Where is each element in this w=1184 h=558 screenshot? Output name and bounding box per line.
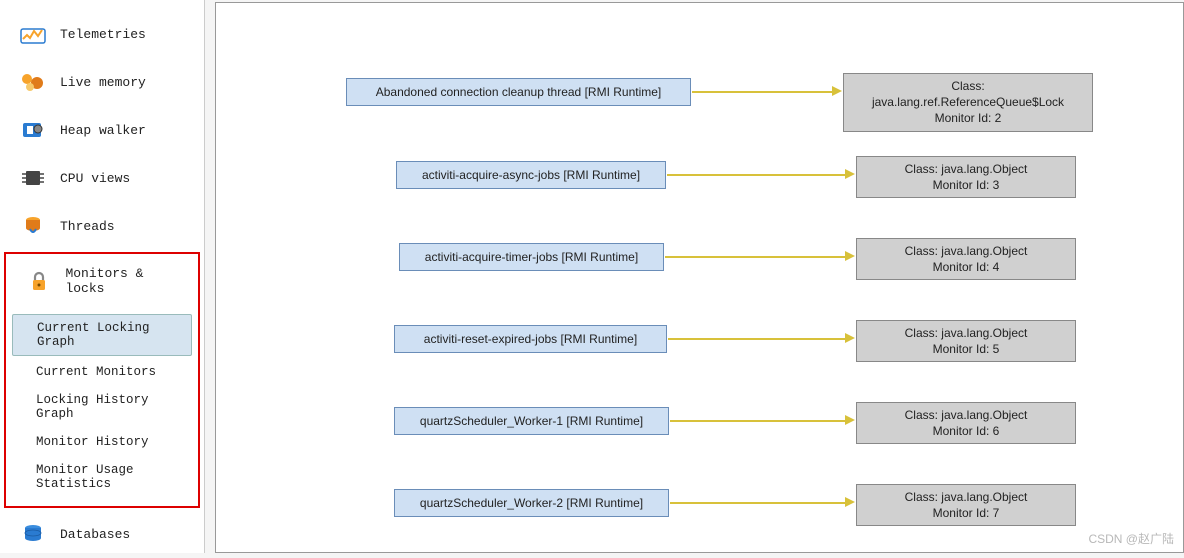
- class-node[interactable]: Class: java.lang.Object Monitor Id: 6: [856, 402, 1076, 444]
- heapwalker-icon: [18, 118, 48, 142]
- sidebar-item-label: Threads: [60, 219, 115, 234]
- sidebar-item-databases[interactable]: Databases: [0, 510, 204, 558]
- sidebar-item-monitors-locks[interactable]: Monitors & locks: [6, 254, 198, 308]
- monitor-id-label: Monitor Id: 5: [867, 341, 1065, 357]
- class-label: Class: java.lang.Object: [867, 243, 1065, 259]
- monitor-id-label: Monitor Id: 3: [867, 177, 1065, 193]
- threads-icon: [18, 214, 48, 238]
- sidebar-item-telemetries[interactable]: Telemetries: [0, 10, 204, 58]
- watermark: CSDN @赵广陆: [1088, 530, 1174, 547]
- thread-node[interactable]: Abandoned connection cleanup thread [RMI…: [346, 78, 691, 106]
- subitem-monitor-usage-stats[interactable]: Monitor Usage Statistics: [6, 456, 198, 498]
- monitors-locks-group: Monitors & locks Current Locking Graph C…: [4, 252, 200, 508]
- arrow: [667, 174, 845, 176]
- arrow-head-icon: [845, 169, 855, 179]
- class-node[interactable]: Class: java.lang.Object Monitor Id: 3: [856, 156, 1076, 198]
- monitor-id-label: Monitor Id: 6: [867, 423, 1065, 439]
- class-node[interactable]: Class: java.lang.Object Monitor Id: 4: [856, 238, 1076, 280]
- arrow: [670, 420, 845, 422]
- class-node[interactable]: Class: java.lang.Object Monitor Id: 7: [856, 484, 1076, 526]
- subitem-current-monitors[interactable]: Current Monitors: [6, 358, 198, 386]
- class-label: Class: java.lang.ref.ReferenceQueue$Lock: [854, 78, 1082, 110]
- class-node[interactable]: Class: java.lang.ref.ReferenceQueue$Lock…: [843, 73, 1093, 132]
- databases-icon: [18, 522, 48, 546]
- class-label: Class: java.lang.Object: [867, 161, 1065, 177]
- monitors-sublist: Current Locking Graph Current Monitors L…: [6, 308, 198, 506]
- telemetries-icon: [18, 22, 48, 46]
- sidebar-item-label: Heap walker: [60, 123, 146, 138]
- subitem-locking-history-graph[interactable]: Locking History Graph: [6, 386, 198, 428]
- thread-node[interactable]: quartzScheduler_Worker-2 [RMI Runtime]: [394, 489, 669, 517]
- sidebar-item-livememory[interactable]: Live memory: [0, 58, 204, 106]
- monitor-id-label: Monitor Id: 7: [867, 505, 1065, 521]
- subitem-current-locking-graph[interactable]: Current Locking Graph: [12, 314, 192, 356]
- class-label: Class: java.lang.Object: [867, 489, 1065, 505]
- cpuviews-icon: [18, 166, 48, 190]
- class-node[interactable]: Class: java.lang.Object Monitor Id: 5: [856, 320, 1076, 362]
- thread-node[interactable]: activiti-acquire-timer-jobs [RMI Runtime…: [399, 243, 664, 271]
- sidebar-item-label: CPU views: [60, 171, 130, 186]
- thread-node[interactable]: activiti-acquire-async-jobs [RMI Runtime…: [396, 161, 666, 189]
- sidebar-item-heapwalker[interactable]: Heap walker: [0, 106, 204, 154]
- arrow: [668, 338, 845, 340]
- sidebar-item-label: Databases: [60, 527, 130, 542]
- arrow: [670, 502, 845, 504]
- locking-graph-canvas[interactable]: Abandoned connection cleanup thread [RMI…: [215, 2, 1184, 553]
- sidebar: Telemetries Live memory Heap walker CPU …: [0, 0, 205, 553]
- arrow: [665, 256, 845, 258]
- class-label: Class: java.lang.Object: [867, 407, 1065, 423]
- arrow-head-icon: [832, 86, 842, 96]
- sidebar-item-cpuviews[interactable]: CPU views: [0, 154, 204, 202]
- monitor-id-label: Monitor Id: 4: [867, 259, 1065, 275]
- sidebar-item-label: Live memory: [60, 75, 146, 90]
- arrow: [692, 91, 832, 93]
- thread-node[interactable]: quartzScheduler_Worker-1 [RMI Runtime]: [394, 407, 669, 435]
- sidebar-item-label: Telemetries: [60, 27, 146, 42]
- sidebar-item-label: Monitors & locks: [65, 266, 188, 296]
- class-label: Class: java.lang.Object: [867, 325, 1065, 341]
- arrow-head-icon: [845, 251, 855, 261]
- arrow-head-icon: [845, 415, 855, 425]
- subitem-monitor-history[interactable]: Monitor History: [6, 428, 198, 456]
- arrow-head-icon: [845, 333, 855, 343]
- monitor-id-label: Monitor Id: 2: [854, 110, 1082, 126]
- sidebar-item-threads[interactable]: Threads: [0, 202, 204, 250]
- lock-icon: [24, 269, 53, 293]
- livememory-icon: [18, 70, 48, 94]
- arrow-head-icon: [845, 497, 855, 507]
- thread-node[interactable]: activiti-reset-expired-jobs [RMI Runtime…: [394, 325, 667, 353]
